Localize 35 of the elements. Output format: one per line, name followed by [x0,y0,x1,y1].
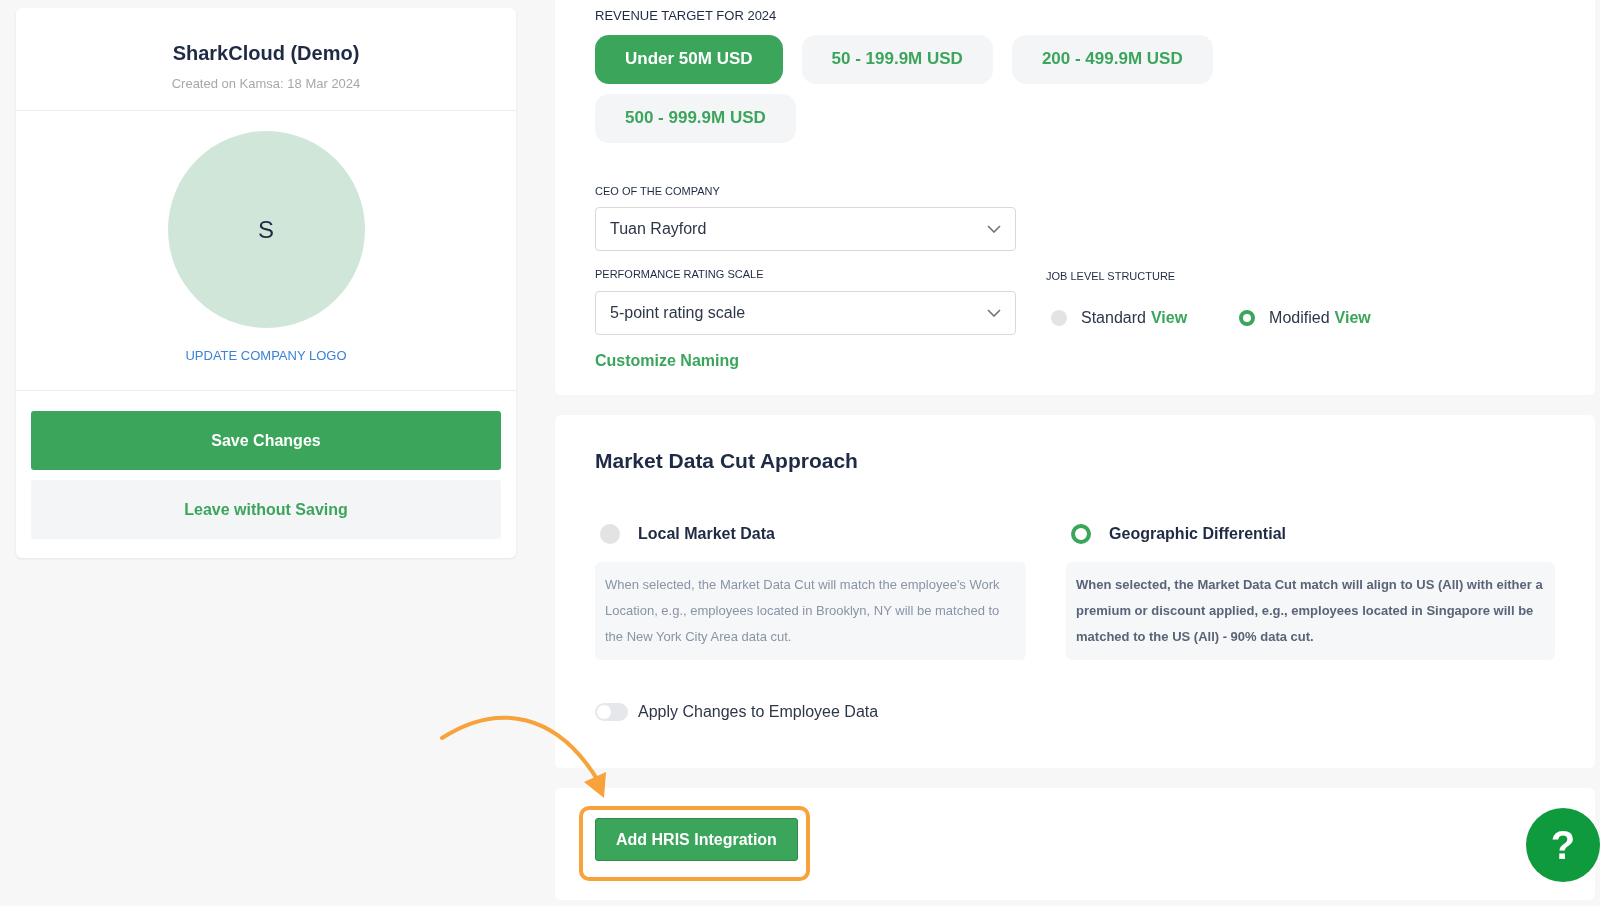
add-hris-button[interactable]: Add HRIS Integration [595,818,798,861]
company-name: SharkCloud (Demo) [172,41,360,66]
revenue-option[interactable]: 200 - 499.9M USD [1011,34,1213,84]
option-label: Modified [1269,307,1330,328]
update-logo-link[interactable]: UPDATE COMPANY LOGO [185,346,347,366]
field-label: CEO OF THE COMPANY [595,183,721,199]
radio-button[interactable] [1051,309,1067,326]
created-date: Created on Kamsa: 18 Mar 2024 [171,75,361,93]
option-description: When selected, the Market Data Cut will match the employee's Work Location, e.g., employees located in Brooklyn, NY will be matched to the New York City Area data cut. [595,561,1027,660]
dropdown-field[interactable]: 5-point rating scale [595,290,1016,335]
radio-button[interactable] [1071,523,1092,544]
chevron-down-icon [987,225,1001,233]
customize-naming-link[interactable]: Customize Naming [595,348,1016,373]
field-label: JOB LEVEL STRUCTURE [1046,269,1177,284]
field-label: REVENUE TARGET FOR 2024 [595,7,778,25]
revenue-option[interactable]: Under 50M USD [595,34,783,84]
revenue-option[interactable]: 500 - 999.9M USD [595,93,796,143]
revenue-option[interactable]: 50 - 199.9M USD [801,34,993,84]
section-title: Market Data Cut Approach [595,448,859,474]
dropdown-field[interactable]: Tuan Rayford [595,207,1016,251]
leave-button[interactable]: Leave without Saving [31,480,501,539]
chevron-down-icon [987,308,1001,317]
toggle-switch[interactable] [595,702,628,721]
option-label: Standard [1081,307,1146,328]
radio-button[interactable] [1239,309,1256,326]
option-label: Local Market Data [638,523,775,544]
save-button[interactable]: Save Changes [31,411,501,470]
option-description: When selected, the Market Data Cut match will align to US (All) with either a premium or discount applied, e.g., employees located in Singapore will be matched to the US (All) - 90% data cut. [1066,561,1555,660]
radio-button[interactable] [600,523,620,544]
company-avatar: S [167,131,365,328]
field-label: PERFORMANCE RATING SCALE [595,267,765,282]
view-link[interactable]: View [1334,305,1371,330]
option-label: Geographic Differential [1109,523,1286,544]
view-link[interactable]: View [1150,305,1188,330]
toggle-label: Apply Changes to Employee Data [638,701,879,722]
